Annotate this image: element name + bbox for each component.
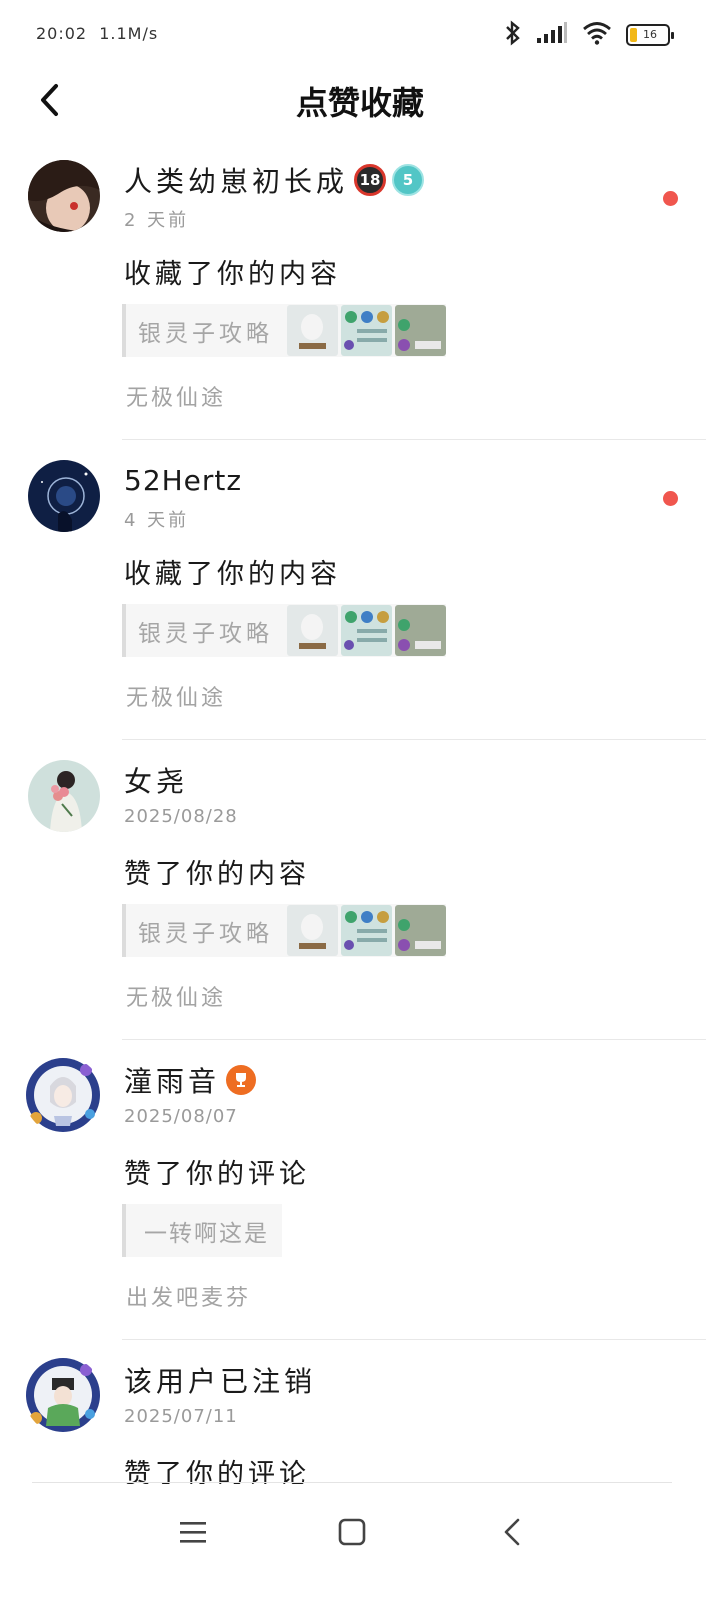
avatar[interactable] bbox=[24, 1056, 102, 1134]
unread-dot bbox=[663, 191, 678, 206]
menu-button[interactable] bbox=[163, 1508, 223, 1556]
notice-item[interactable]: 女尧 2025/08/28 赞了你的内容 银灵子攻略 无极仙途 bbox=[0, 740, 720, 1040]
username[interactable]: 该用户已注销 bbox=[124, 1360, 316, 1400]
header: 点赞收藏 bbox=[0, 70, 720, 130]
content-title: 银灵子攻略 bbox=[138, 620, 273, 647]
back-triangle-icon bbox=[504, 1518, 520, 1546]
thumbnail-strip bbox=[287, 605, 446, 656]
time-text: 4 天前 bbox=[124, 510, 190, 531]
user-row: 人类幼崽初长成 18 5 bbox=[124, 160, 425, 200]
username[interactable]: 女尧 bbox=[124, 760, 188, 800]
time-text: 2025/07/11 bbox=[124, 1406, 238, 1427]
avatar[interactable] bbox=[28, 160, 100, 232]
home-button[interactable] bbox=[322, 1508, 382, 1556]
system-nav-bar bbox=[0, 1484, 720, 1600]
status-bar: 20:02 1.1M/s 16 bbox=[0, 0, 720, 70]
action-text: 收藏了你的内容 bbox=[124, 259, 341, 290]
notice-item[interactable]: 52Hertz 4 天前 收藏了你的内容 银灵子攻略 无极仙途 bbox=[0, 440, 720, 740]
topic-link[interactable]: 无极仙途 bbox=[126, 680, 226, 712]
content-card[interactable]: 银灵子攻略 bbox=[122, 904, 446, 957]
username[interactable]: 潼雨音 bbox=[124, 1060, 220, 1100]
user-row: 潼雨音 bbox=[124, 1060, 257, 1100]
unread-dot bbox=[663, 491, 678, 506]
topic-link[interactable]: 无极仙途 bbox=[126, 980, 226, 1012]
network-speed-text: 1.1M/s bbox=[99, 24, 159, 43]
thumbnail-image bbox=[395, 905, 446, 956]
trophy-badge-icon bbox=[226, 1065, 257, 1095]
thumbnail-image bbox=[341, 905, 392, 956]
user-row: 女尧 bbox=[124, 760, 188, 800]
action-text: 赞了你的内容 bbox=[124, 859, 310, 890]
page-title: 点赞收藏 bbox=[295, 84, 424, 122]
avatar[interactable] bbox=[28, 760, 100, 832]
clock-text: 20:02 bbox=[36, 24, 88, 43]
status-icons: 16 bbox=[504, 20, 674, 50]
time-text: 2025/08/28 bbox=[124, 806, 238, 827]
level-badge-icon: 5 bbox=[392, 164, 425, 196]
thumbnail-image bbox=[287, 905, 338, 956]
content-card[interactable]: 银灵子攻略 bbox=[122, 304, 446, 357]
avatar[interactable] bbox=[28, 460, 100, 532]
action-text: 赞了你的评论 bbox=[124, 1159, 310, 1190]
notice-item[interactable]: 潼雨音 2025/08/07 赞了你的评论 一转啊这是 出发吧麦芬 bbox=[0, 1040, 720, 1340]
content-title: 银灵子攻略 bbox=[138, 320, 273, 347]
battery-percent: 16 bbox=[643, 28, 657, 41]
time-text: 2 天前 bbox=[124, 210, 190, 231]
thumbnail-image bbox=[341, 305, 392, 356]
comment-card[interactable]: 一转啊这是 bbox=[122, 1204, 282, 1257]
topic-link[interactable]: 出发吧麦芬 bbox=[126, 1280, 251, 1312]
avatar[interactable] bbox=[24, 1356, 102, 1434]
wifi-icon bbox=[582, 21, 612, 49]
notice-list: 人类幼崽初长成 18 5 2 天前 收藏了你的内容 银灵子攻略 无极仙途 52H… bbox=[0, 140, 720, 1500]
signal-icon bbox=[536, 22, 568, 48]
content-title: 银灵子攻略 bbox=[138, 920, 273, 947]
home-square-icon bbox=[338, 1518, 366, 1546]
time-text: 2025/08/07 bbox=[124, 1106, 238, 1127]
topic-link[interactable]: 无极仙途 bbox=[126, 380, 226, 412]
battery-icon: 16 bbox=[626, 24, 674, 46]
age-badge-icon: 18 bbox=[354, 164, 387, 196]
comment-text: 一转啊这是 bbox=[144, 1220, 269, 1247]
thumbnail-strip bbox=[287, 305, 446, 356]
thumbnail-image bbox=[287, 305, 338, 356]
status-time: 20:02 1.1M/s bbox=[36, 24, 158, 43]
thumbnail-image bbox=[341, 605, 392, 656]
thumbnail-strip bbox=[287, 905, 446, 956]
username[interactable]: 人类幼崽初长成 bbox=[124, 160, 348, 200]
username[interactable]: 52Hertz bbox=[124, 464, 242, 497]
menu-icon bbox=[180, 1522, 206, 1543]
thumbnail-image bbox=[395, 305, 446, 356]
nav-divider bbox=[32, 1482, 672, 1483]
battery-level bbox=[630, 28, 637, 42]
thumbnail-image bbox=[287, 605, 338, 656]
action-text: 收藏了你的内容 bbox=[124, 559, 341, 590]
notice-item[interactable]: 该用户已注销 2025/07/11 赞了你的评论 bbox=[0, 1340, 720, 1500]
thumbnail-image bbox=[395, 605, 446, 656]
user-row: 52Hertz bbox=[124, 460, 242, 500]
nav-back-button[interactable] bbox=[482, 1508, 542, 1556]
user-row: 该用户已注销 bbox=[124, 1360, 316, 1400]
notice-item[interactable]: 人类幼崽初长成 18 5 2 天前 收藏了你的内容 银灵子攻略 无极仙途 bbox=[0, 140, 720, 440]
content-card[interactable]: 银灵子攻略 bbox=[122, 604, 446, 657]
bluetooth-icon bbox=[504, 20, 522, 50]
